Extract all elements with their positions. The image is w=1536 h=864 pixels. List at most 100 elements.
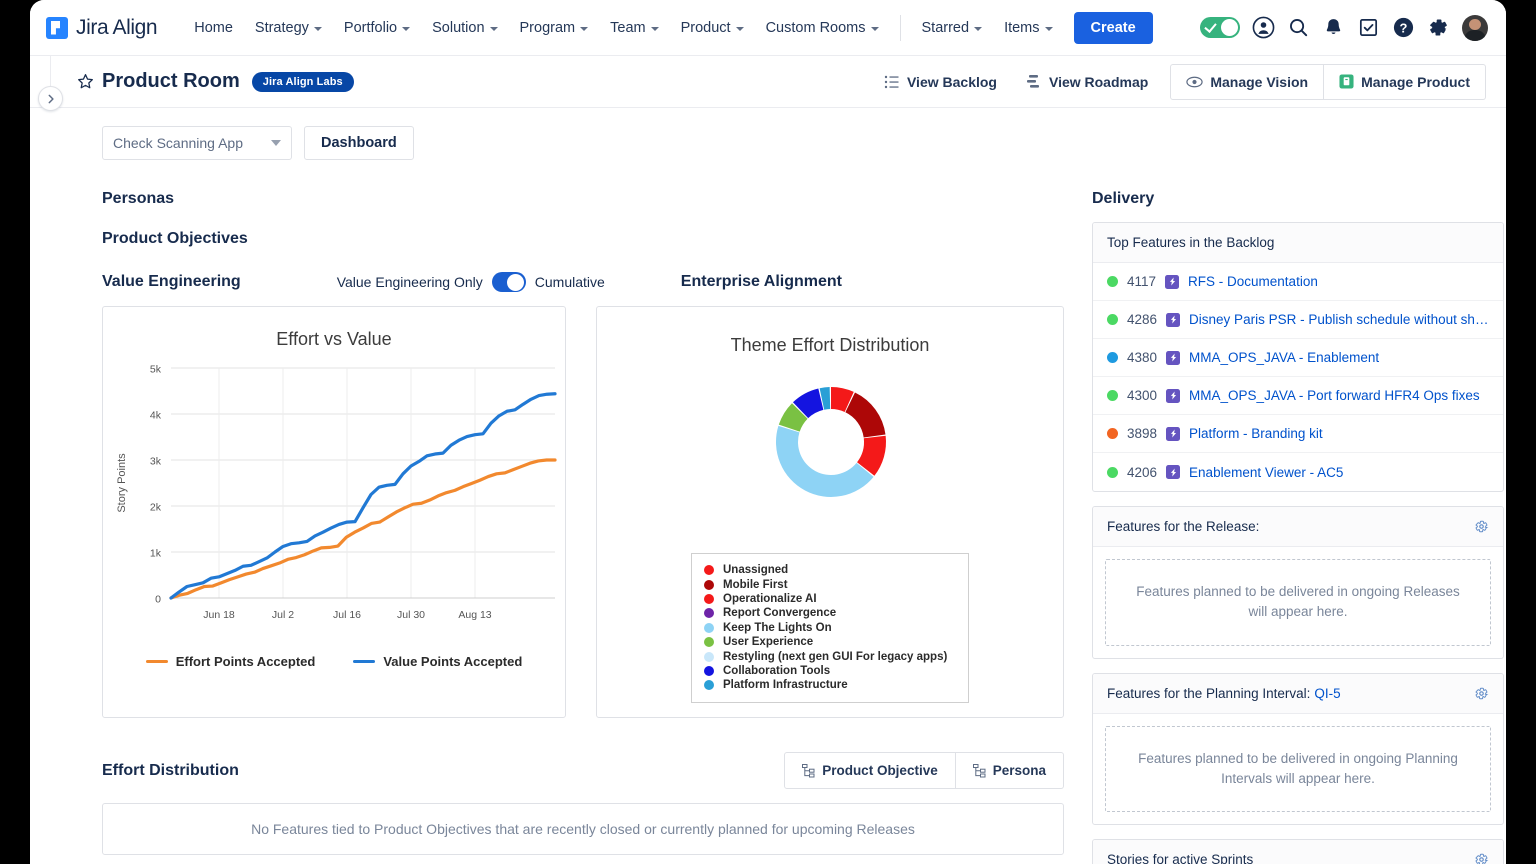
effort-vs-value-chart-card: Effort vs Value 01k2k3k4k5kJun 18Jul 2Ju…	[102, 306, 566, 718]
legend-item[interactable]: Collaboration Tools	[704, 664, 958, 678]
nav-item-product[interactable]: Product	[670, 14, 755, 42]
nav-item-solution[interactable]: Solution	[421, 14, 508, 42]
nav-item-custom-rooms[interactable]: Custom Rooms	[755, 14, 890, 42]
feature-name-link[interactable]: RFS - Documentation	[1188, 274, 1318, 289]
expand-sidebar-button[interactable]	[38, 86, 63, 111]
person-circle-icon[interactable]	[1252, 16, 1275, 39]
theme-effort-donut-chart[interactable]	[597, 356, 1065, 556]
nav-item-home[interactable]: Home	[183, 14, 244, 42]
nav-label: Portfolio	[344, 20, 397, 36]
chevron-down-icon	[1045, 27, 1053, 31]
manage-product-button[interactable]: Manage Product	[1324, 64, 1486, 100]
jira-align-logo[interactable]: Jira Align	[46, 16, 157, 40]
feature-name-link[interactable]: Enablement Viewer - AC5	[1189, 465, 1343, 480]
help-icon[interactable]: ?	[1392, 16, 1415, 39]
legend-label: Effort Points Accepted	[176, 654, 316, 669]
nav-item-program[interactable]: Program	[509, 14, 600, 42]
feature-name-link[interactable]: MMA_OPS_JAVA - Port forward HFR4 Ops fix…	[1189, 388, 1480, 403]
legend-line-swatch	[353, 660, 375, 664]
personas-section-title: Personas	[102, 190, 1064, 208]
top-features-panel-header: Top Features in the Backlog	[1093, 223, 1503, 263]
value-engineering-section-title: Value Engineering	[102, 273, 241, 291]
gear-icon[interactable]	[1474, 686, 1489, 701]
feature-row[interactable]: 4286Disney Paris PSR - Publish schedule …	[1093, 301, 1503, 339]
dashboard-tab-button[interactable]: Dashboard	[304, 126, 414, 160]
theme-effort-distribution-card: Theme Effort Distribution UnassignedMobi…	[596, 306, 1064, 718]
user-avatar[interactable]	[1462, 15, 1488, 41]
feature-id: 4300	[1127, 388, 1157, 403]
persona-button[interactable]: Persona	[956, 752, 1064, 789]
star-icon[interactable]	[76, 72, 95, 91]
nav-item-strategy[interactable]: Strategy	[244, 14, 333, 42]
legend-item-value-points[interactable]: Value Points Accepted	[353, 654, 522, 669]
feature-name-link[interactable]: Platform - Branding kit	[1189, 426, 1323, 441]
create-button[interactable]: Create	[1074, 12, 1153, 44]
nav-item-portfolio[interactable]: Portfolio	[333, 14, 421, 42]
svg-text:3k: 3k	[150, 456, 162, 468]
feature-name-link[interactable]: MMA_OPS_JAVA - Enablement	[1189, 350, 1379, 365]
nav-label: Team	[610, 20, 645, 36]
svg-text:2k: 2k	[150, 502, 162, 514]
legend-item[interactable]: Platform Infrastructure	[704, 678, 958, 692]
feature-type-icon	[1166, 465, 1180, 479]
jira-align-logo-icon	[46, 17, 68, 39]
notification-bell-icon[interactable]	[1322, 16, 1345, 39]
nav-item-starred[interactable]: Starred	[911, 14, 994, 42]
planning-interval-value[interactable]: QI-5	[1314, 686, 1340, 701]
gear-icon[interactable]	[1474, 519, 1489, 534]
view-roadmap-link[interactable]: View Roadmap	[1011, 65, 1162, 98]
feature-row[interactable]: 4206Enablement Viewer - AC5	[1093, 453, 1503, 491]
legend-item[interactable]: Keep The Lights On	[704, 621, 958, 635]
effort-vs-value-line-chart[interactable]: 01k2k3k4k5kJun 18Jul 2Jul 16Jul 30Aug 13…	[103, 350, 567, 650]
search-icon[interactable]	[1287, 16, 1310, 39]
legend-item[interactable]: Restyling (next gen GUI For legacy apps)	[704, 649, 958, 663]
svg-text:Aug 13: Aug 13	[458, 609, 491, 621]
legend-item[interactable]: Unassigned	[704, 563, 958, 577]
cumulative-toggle-group: Value Engineering Only Cumulative	[337, 272, 605, 292]
feature-row[interactable]: 4300 MMA_OPS_JAVA - Port forward HFR4 Ops…	[1093, 377, 1503, 415]
status-dot	[1107, 428, 1118, 439]
svg-text:Jul 16: Jul 16	[333, 609, 361, 621]
legend-item[interactable]: User Experience	[704, 635, 958, 649]
legend-item[interactable]: Report Convergence	[704, 606, 958, 620]
product-select[interactable]: Check Scanning App	[102, 126, 292, 160]
roadmap-icon	[1025, 73, 1042, 90]
features-for-release-header: Features for the Release:	[1093, 507, 1503, 547]
features-for-release-body: Features planned to be delivered in ongo…	[1093, 547, 1503, 658]
feature-row[interactable]: 4117RFS - Documentation	[1093, 263, 1503, 301]
brand-name: Jira Align	[76, 16, 157, 40]
legend-item[interactable]: Operationalize AI	[704, 592, 958, 606]
feature-row[interactable]: 4380MMA_OPS_JAVA - Enablement	[1093, 339, 1503, 377]
feature-row[interactable]: 3898Platform - Branding kit	[1093, 415, 1503, 453]
product-objectives-section-title: Product Objectives	[102, 230, 1064, 248]
view-backlog-label: View Backlog	[907, 74, 997, 90]
view-backlog-link[interactable]: View Backlog	[870, 66, 1011, 98]
page-header-actions: View Backlog View Roadmap Manage Vision …	[870, 64, 1486, 100]
feature-toggle-switch[interactable]	[1200, 17, 1240, 38]
features-for-pi-empty-state: Features planned to be delivered in ongo…	[1105, 726, 1491, 813]
svg-text:Story Points: Story Points	[116, 453, 128, 513]
cumulative-toggle-switch[interactable]	[492, 272, 526, 292]
product-objective-button[interactable]: Product Objective	[784, 752, 956, 789]
legend-item-effort-points[interactable]: Effort Points Accepted	[146, 654, 316, 669]
svg-text:5k: 5k	[150, 364, 162, 376]
legend-label: Value Points Accepted	[383, 654, 522, 669]
legend-color-dot	[704, 594, 714, 604]
feature-name-link[interactable]: Disney Paris PSR - Publish schedule with…	[1189, 312, 1489, 327]
nav-label: Program	[520, 20, 576, 36]
primary-nav-items: Home Strategy Portfolio Solution Program…	[183, 12, 1152, 44]
effort-distribution-toggle-buttons: Product Objective Persona	[784, 752, 1064, 789]
feature-type-icon	[1166, 427, 1180, 441]
view-roadmap-label: View Roadmap	[1049, 74, 1148, 90]
main-content-column: Personas Product Objectives Value Engine…	[102, 160, 1064, 864]
stories-for-sprints-header: Stories for active Sprints	[1093, 840, 1503, 864]
nav-item-items[interactable]: Items	[993, 14, 1063, 42]
checkbox-square-icon[interactable]	[1357, 16, 1380, 39]
gear-icon[interactable]	[1427, 16, 1450, 39]
product-icon	[1339, 74, 1354, 89]
manage-vision-button[interactable]: Manage Vision	[1170, 64, 1324, 100]
legend-item[interactable]: Mobile First	[704, 577, 958, 591]
gear-icon[interactable]	[1474, 852, 1489, 864]
delivery-column: Delivery Top Features in the Backlog 411…	[1092, 160, 1504, 864]
nav-item-team[interactable]: Team	[599, 14, 669, 42]
